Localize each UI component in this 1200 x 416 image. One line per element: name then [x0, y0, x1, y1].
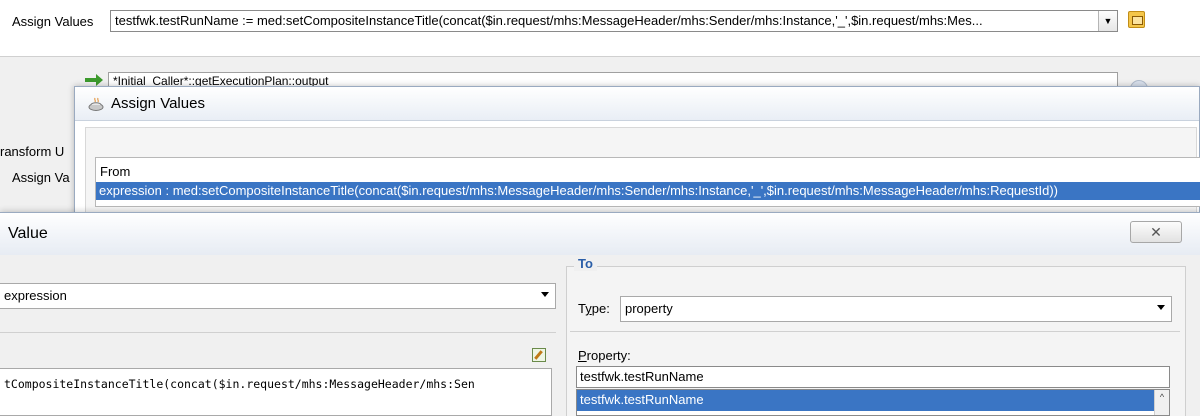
- edit-expression-icon[interactable]: [532, 348, 546, 362]
- close-icon: ✕: [1150, 224, 1162, 240]
- assign-values-combo-text: testfwk.testRunName := med:setCompositeI…: [115, 13, 983, 28]
- dialog-title: Assign Values: [111, 95, 205, 112]
- property-suggestion-list[interactable]: testfwk.testRunName ^: [576, 389, 1170, 416]
- suggestion-item[interactable]: testfwk.testRunName: [577, 390, 1154, 411]
- chevron-down-icon[interactable]: ▼: [1098, 11, 1117, 31]
- divider: [0, 332, 556, 333]
- scroll-up-icon[interactable]: ^: [1160, 392, 1164, 402]
- close-button[interactable]: ✕: [1130, 221, 1182, 243]
- to-type-select[interactable]: property: [620, 296, 1172, 322]
- expression-text-area[interactable]: tCompositeInstanceTitle(concat($in.reque…: [0, 368, 552, 416]
- chevron-down-icon: [541, 292, 549, 297]
- assign-values-combo[interactable]: testfwk.testRunName := med:setCompositeI…: [110, 10, 1118, 32]
- from-type-value: expression: [4, 288, 67, 303]
- expression-builder-icon[interactable]: [1128, 11, 1145, 28]
- property-input[interactable]: testfwk.testRunName: [576, 366, 1170, 388]
- assign-values-dialog: Assign Values From expression : med:setC…: [74, 86, 1200, 216]
- dialog-title-bar[interactable]: Value ✕: [0, 213, 1200, 255]
- coffee-cup-icon: [88, 97, 104, 111]
- divider: [0, 56, 1200, 57]
- assign-values-side-label: Assign Va: [12, 170, 70, 185]
- to-type-value: property: [625, 301, 673, 316]
- transform-label: ransform U: [0, 144, 65, 159]
- assign-values-label: Assign Values: [12, 14, 94, 29]
- dialog-title-bar[interactable]: Assign Values: [75, 87, 1199, 121]
- to-type-label: Type:: [578, 301, 610, 316]
- chevron-down-icon: [1157, 305, 1165, 310]
- list-header-from: From: [100, 164, 131, 179]
- from-type-select[interactable]: expression: [0, 283, 556, 309]
- list-item[interactable]: expression : med:setCompositeInstanceTit…: [96, 182, 1200, 200]
- scrollbar[interactable]: ^: [1154, 390, 1169, 415]
- to-legend: To: [574, 256, 597, 271]
- divider: [570, 331, 1180, 332]
- assignments-list[interactable]: From expression : med:setCompositeInstan…: [95, 157, 1200, 207]
- property-label: Property:: [578, 348, 631, 363]
- dialog-title: Value: [8, 225, 48, 242]
